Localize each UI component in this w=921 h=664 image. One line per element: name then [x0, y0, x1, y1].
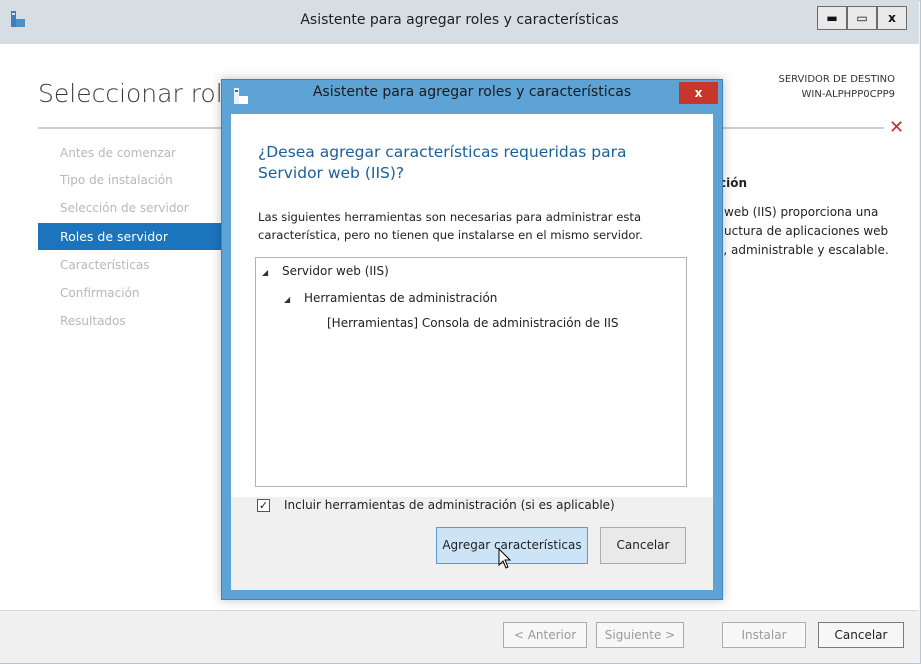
minimize-button[interactable]: ▬ [817, 6, 847, 30]
nav-item-label: Roles de servidor [60, 229, 168, 244]
maximize-button[interactable]: ▭ [847, 6, 877, 30]
include-tools-checkbox[interactable]: ✓ [257, 499, 270, 512]
description-line: e, administrable y escalable. [716, 243, 889, 257]
nav-item-seleccion-de-servidor[interactable]: Selección de servidor [60, 201, 189, 215]
page-title: Seleccionar role [38, 79, 239, 108]
add-features-button[interactable]: Agregar características [436, 527, 588, 564]
nav-item-resultados[interactable]: Resultados [60, 314, 126, 328]
heading-divider-right [714, 127, 884, 129]
description-line: uctura de aplicaciones web [724, 224, 889, 238]
install-button[interactable]: Instalar [722, 622, 806, 648]
nav-item-roles-de-servidor[interactable]: Roles de servidor [38, 223, 221, 250]
dialog-cancel-button[interactable]: Cancelar [600, 527, 686, 564]
tree-item-consola-iis[interactable]: [Herramientas] Consola de administración… [327, 316, 619, 330]
expand-triangle-icon[interactable]: ◢ [284, 295, 290, 304]
tree-item-herramientas[interactable]: ◢ Herramientas de administración [284, 291, 497, 305]
window-title: Asistente para agregar roles y caracterí… [300, 12, 619, 28]
nav-item-antes-de-comenzar[interactable]: Antes de comenzar [60, 146, 176, 160]
dialog-description-line: característica, pero no tienen que insta… [258, 228, 643, 242]
error-x-icon[interactable]: ✕ [889, 117, 904, 138]
close-icon: x [694, 86, 703, 100]
dialog-description: Las siguientes herramientas son necesari… [258, 208, 688, 244]
dialog-question: ¿Desea agregar características requerida… [258, 143, 627, 182]
destination-server-name: WIN-ALPHPP0CPP9 [801, 89, 896, 100]
nav-item-tipo-de-instalacion[interactable]: Tipo de instalación [60, 173, 173, 187]
tree-item-label: Servidor web (IIS) [281, 264, 389, 278]
cancel-button[interactable]: Cancelar [818, 622, 904, 648]
dialog-title: Asistente para agregar roles y caracterí… [312, 84, 632, 100]
minimize-icon: ▬ [826, 11, 838, 25]
previous-button[interactable]: < Anterior [503, 622, 587, 648]
tree-item-servidor-web[interactable]: ◢ Servidor web (IIS) [262, 264, 389, 278]
expand-triangle-icon[interactable]: ◢ [262, 268, 268, 277]
nav-item-caracteristicas[interactable]: Características [60, 258, 149, 272]
dialog-close-button[interactable]: x [679, 82, 718, 104]
window-close-button[interactable]: x [877, 6, 907, 30]
nav-item-confirmacion[interactable]: Confirmación [60, 286, 140, 300]
next-button[interactable]: Siguiente > [596, 622, 684, 648]
destination-server-label: SERVIDOR DE DESTINO [778, 74, 895, 85]
mouse-cursor-icon [498, 548, 512, 569]
maximize-icon: ▭ [856, 11, 868, 25]
include-tools-label[interactable]: Incluir herramientas de administración (… [284, 498, 615, 512]
description-title: ción [719, 176, 748, 190]
tree-item-label: Herramientas de administración [303, 291, 498, 305]
close-icon: x [888, 11, 896, 25]
heading-divider [38, 127, 221, 129]
description-line: web (IIS) proporciona una [724, 205, 879, 219]
dialog-description-line: Las siguientes herramientas son necesari… [258, 210, 642, 224]
